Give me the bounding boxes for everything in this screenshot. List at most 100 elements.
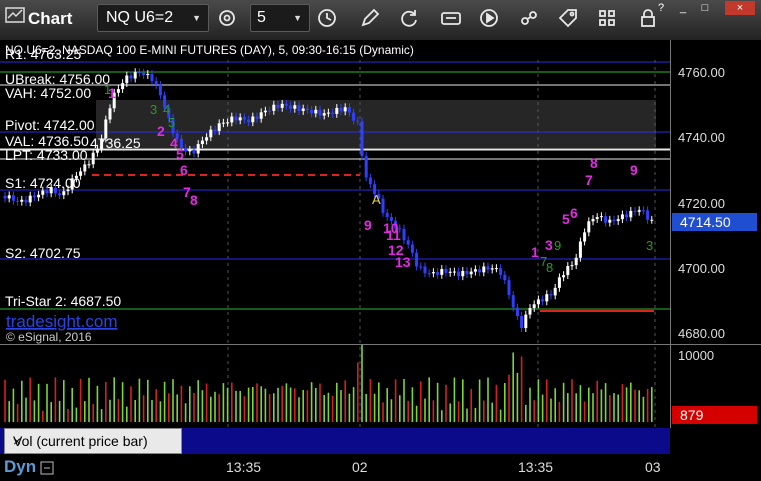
price-bar-body — [284, 103, 288, 106]
level-label: Tri-Star 2: 4687.50 — [5, 293, 121, 309]
price-tick-4760: 4760.00 — [678, 65, 725, 80]
level-label: LPT: 4733.00 — [5, 147, 88, 163]
level-label: Pivot: 4742.00 — [5, 117, 95, 133]
price-bar-body — [448, 271, 452, 273]
setup-count-label: 6 — [570, 205, 578, 221]
gear-icon[interactable] — [216, 7, 238, 29]
setup-count-label: 6 — [180, 162, 188, 178]
time-axis: Dyn 13:35 02 13:35 03 — [0, 455, 761, 481]
setup-count-label: 1 — [531, 244, 539, 260]
time-label-02: 02 — [352, 459, 368, 475]
price-bar-body — [625, 214, 629, 218]
price-bar-body — [289, 105, 293, 109]
setup-count-label: 13 — [395, 254, 411, 270]
price-bar-body — [482, 266, 486, 273]
dynamic-mode-label[interactable]: Dyn — [4, 457, 36, 477]
maximize-button[interactable]: □ — [696, 1, 714, 15]
price-bar-body — [532, 304, 536, 309]
setup-count-label: 2 — [157, 123, 165, 139]
window-title: Chart — [28, 9, 73, 28]
setup-count-label: 3 — [545, 237, 553, 253]
price-bar-body — [205, 137, 209, 141]
price-bar-body — [406, 240, 410, 245]
price-bar-body — [41, 190, 45, 195]
price-bar-body — [427, 273, 431, 275]
setup-count-label: 9 — [630, 162, 638, 178]
price-bar-body — [339, 107, 343, 112]
price-bar-body — [490, 268, 494, 270]
grid-icon[interactable] — [596, 7, 618, 29]
volume-study-tab[interactable]: Vol (current price bar) × — [4, 428, 182, 454]
sequential-count-label: 1 — [104, 82, 111, 97]
price-bar-body — [461, 270, 465, 277]
volume-panel-bar: Vol (current price bar) × — [0, 428, 670, 454]
price-bar-body — [494, 268, 498, 270]
price-bar-body — [150, 73, 154, 82]
chevron-down-icon: ▼ — [293, 13, 302, 23]
price-bar-body — [583, 232, 587, 242]
price-bar-body — [507, 280, 511, 296]
minimize-button[interactable]: _ — [674, 1, 692, 15]
level-label: VAH: 4752.00 — [5, 85, 91, 101]
price-bar-body — [53, 187, 57, 194]
price-bar-body — [511, 295, 515, 308]
price-bar-body — [133, 72, 137, 79]
close-button[interactable]: × — [725, 1, 755, 15]
price-bar-body — [368, 177, 372, 185]
price-bar-body — [221, 122, 225, 124]
price-bar-body — [16, 200, 20, 202]
clock-icon[interactable] — [316, 7, 338, 29]
price-bar-body — [574, 257, 578, 266]
tag-icon[interactable] — [557, 7, 579, 29]
price-bar-body — [314, 109, 318, 114]
sequential-count-label: 3 — [150, 102, 157, 117]
play-icon[interactable] — [478, 7, 500, 29]
close-icon[interactable]: × — [13, 433, 21, 449]
price-bar-body — [70, 178, 74, 190]
price-chart[interactable]: R1: 4763.25UBreak: 4756.00VAH: 4752.00Pi… — [0, 40, 761, 428]
price-bar-body — [436, 272, 440, 275]
refresh-icon[interactable] — [398, 7, 420, 29]
price-bar-body — [570, 265, 574, 267]
price-bar-body — [469, 271, 473, 275]
price-bar-body — [541, 299, 545, 302]
price-bar-body — [66, 189, 70, 192]
price-bar-body — [58, 193, 62, 196]
time-label-03: 03 — [645, 459, 661, 475]
link-icon[interactable] — [518, 7, 540, 29]
price-bar-body — [473, 269, 477, 272]
price-bar-body — [104, 119, 108, 139]
price-bar-body — [242, 117, 246, 120]
pencil-icon[interactable] — [359, 7, 381, 29]
price-bar-body — [297, 105, 301, 112]
setup-count-label: 7 — [585, 172, 593, 188]
price-bar-body — [385, 212, 389, 218]
price-bar-body — [20, 199, 24, 202]
get-data-icon[interactable] — [440, 7, 462, 29]
interval-dropdown[interactable]: 5 ▼ — [250, 4, 310, 32]
price-bar-body — [326, 112, 330, 114]
price-bar-body — [637, 210, 641, 212]
price-bar-body — [259, 112, 263, 119]
price-bar-body — [356, 120, 360, 122]
scroll-icon[interactable] — [40, 461, 54, 475]
price-bar-body — [646, 210, 650, 220]
price-bar-body — [566, 266, 570, 276]
sequential-count-label: 5 — [168, 115, 175, 130]
watermark-link: tradesight.com — [6, 312, 118, 331]
price-tick-4740: 4740.00 — [678, 130, 725, 145]
price-bar-body — [184, 148, 188, 152]
price-bar-body — [196, 144, 200, 154]
price-bar-body — [335, 107, 339, 114]
price-bar-body — [322, 113, 326, 116]
symbol-dropdown[interactable]: NQ U6=2 ▼ — [97, 4, 209, 32]
help-button[interactable]: ? — [652, 1, 670, 15]
price-bar-body — [83, 164, 87, 172]
price-bar-body — [108, 108, 112, 120]
price-bar-body — [591, 218, 595, 222]
price-bar-body — [45, 190, 49, 194]
price-bar-body — [247, 119, 251, 123]
sequential-count-label: 3 — [646, 238, 653, 253]
price-bar-body — [604, 216, 608, 223]
price-bar-body — [528, 308, 532, 315]
